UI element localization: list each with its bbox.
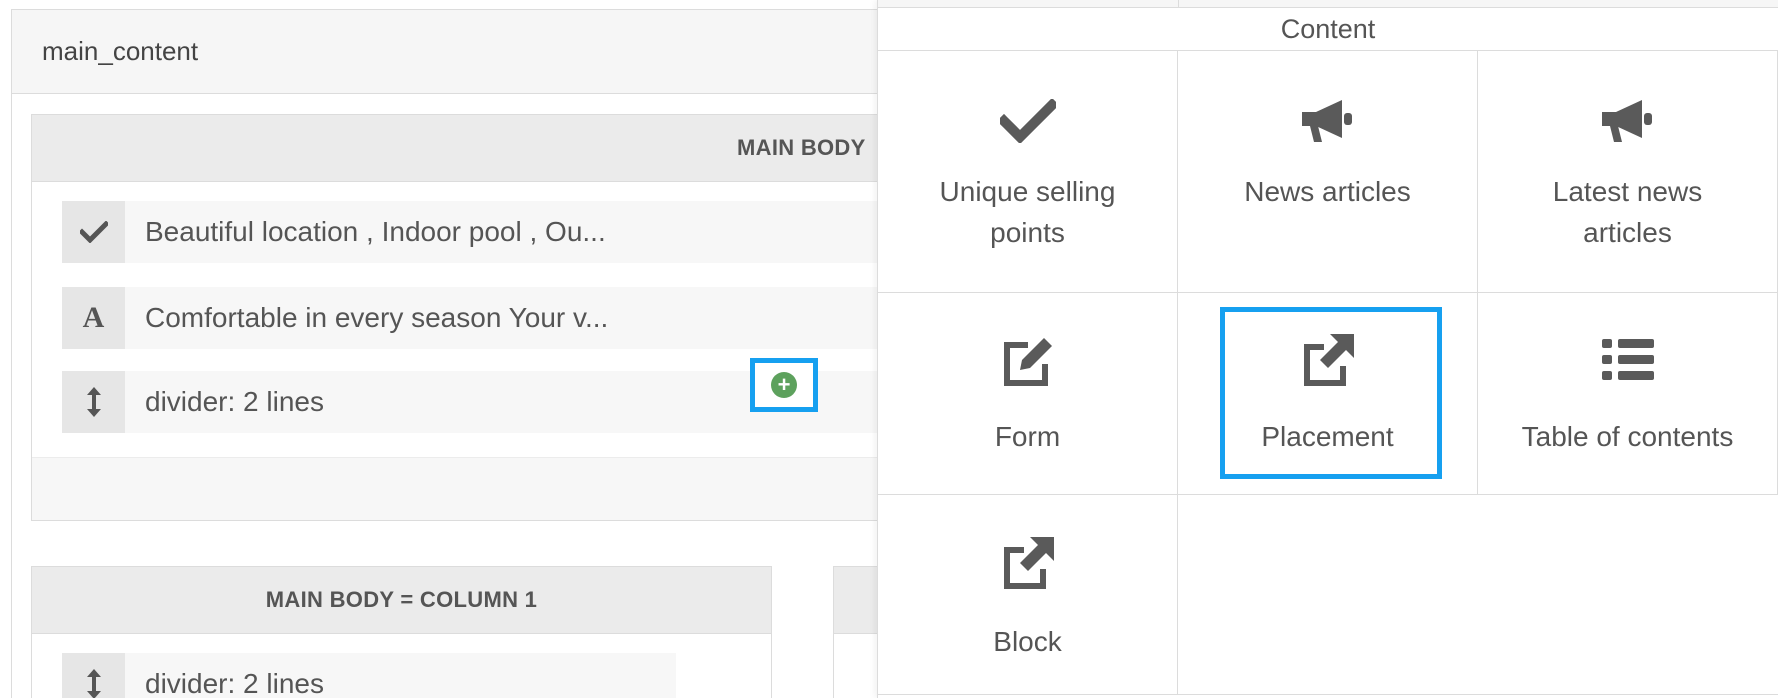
section-footer [32,457,1010,520]
tile-label: Latest news [1552,176,1703,207]
tile-label: Table of contents [1521,421,1734,452]
plus-circle-icon: + [771,372,797,398]
row-label: Beautiful location , Indoor pool , Ou... [145,216,606,247]
section-heading: MAIN BODY [32,115,1010,182]
content-chooser-panel: Content Unique selling points News artic… [877,0,1780,698]
panel-title: main_content [12,10,1010,94]
tile-placement[interactable]: Placement [1178,293,1478,495]
row-label: Comfortable in every season Your v... [145,302,609,333]
content-panel-title: Content [878,8,1778,51]
content-row[interactable]: A Comfortable in every season Your v... [62,287,882,349]
add-block-button[interactable]: + [750,358,818,412]
check-icon [999,91,1056,151]
content-row[interactable]: divider: 2 lines [62,653,676,698]
tile-label: Form [994,421,1061,452]
tile-form[interactable]: Form [878,293,1178,495]
font-icon: A [62,287,125,349]
vertical-arrows-icon [62,653,125,698]
tile-label: points [990,217,1065,248]
main-body-section: MAIN BODY Beautiful location , Indoor po… [31,114,1011,521]
panel-top-strip [878,0,1778,8]
tile-block[interactable]: Block [878,495,1178,695]
row-label: divider: 2 lines [145,386,324,417]
tile-label: News articles [1244,176,1411,207]
tile-table-of-contents[interactable]: Table of contents [1478,293,1778,495]
check-icon [62,201,125,263]
content-row[interactable]: Beautiful location , Indoor pool , Ou... [62,201,882,263]
megaphone-icon [1298,91,1358,151]
tile-news-articles[interactable]: News articles [1178,51,1478,293]
megaphone-icon [1598,91,1658,151]
tile-latest-news-articles[interactable]: Latest news articles [1478,51,1778,293]
row-label: divider: 2 lines [145,668,324,698]
external-link-icon [998,533,1058,593]
tile-label: Block [993,626,1062,657]
tile-label: Unique selling [939,176,1116,207]
vertical-arrows-icon [62,371,125,433]
tile-label: Placement [1261,421,1394,452]
external-link-icon [1298,330,1358,390]
empty-cell [1178,495,1778,695]
column-1-section: MAIN BODY = COLUMN 1 divider: 2 lines [31,566,772,698]
tile-label: articles [1583,217,1672,248]
section-heading: MAIN BODY = COLUMN 1 [32,567,771,634]
list-icon [1600,330,1656,390]
edit-icon [998,330,1058,390]
tile-unique-selling-points[interactable]: Unique selling points [878,51,1178,293]
